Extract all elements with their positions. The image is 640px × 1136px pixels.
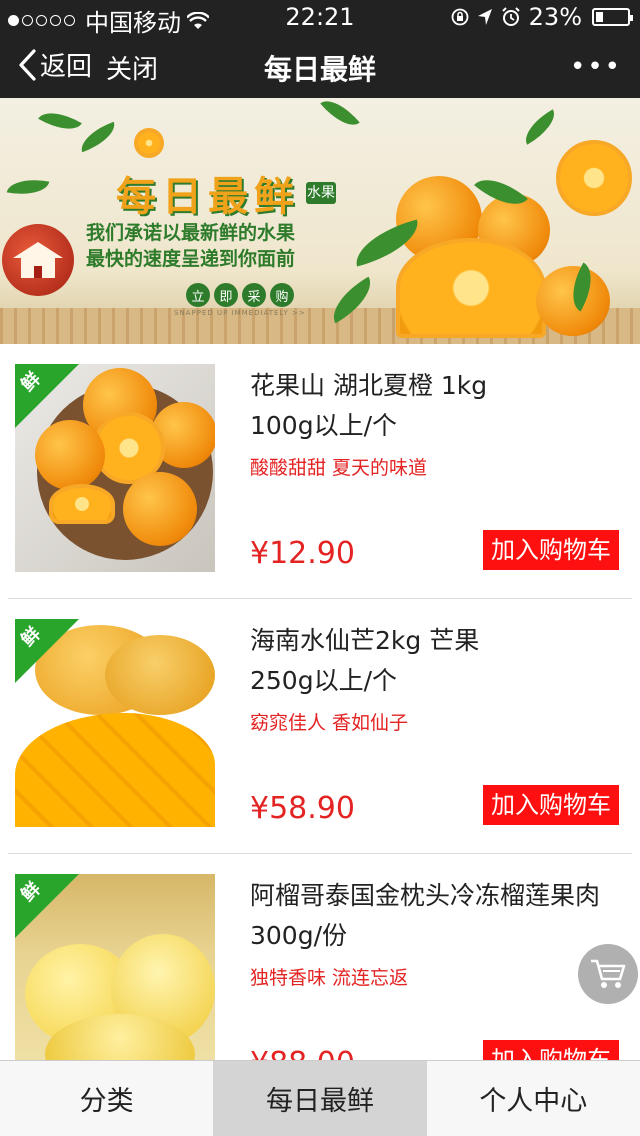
location-icon xyxy=(477,9,492,25)
tab-bar: 分类 每日最鲜 个人中心 xyxy=(0,1060,640,1136)
floating-cart-button[interactable] xyxy=(578,944,638,1004)
banner-slogan-line1: 我们承诺以最新鲜的水果 xyxy=(86,222,296,244)
product-spec: 250g以上/个 xyxy=(250,666,398,695)
add-to-cart-button[interactable]: 加入购物车 xyxy=(483,785,619,825)
banner-title-tag: 水果 xyxy=(306,182,336,204)
product-list[interactable]: 鲜 花果山 湖北夏橙 1kg 100g以上/个 酸酸甜甜 夏天的味道 ¥12.9… xyxy=(0,344,640,1060)
banner-buy-subtitle: SNAPPED UP IMMEDIATELY >> xyxy=(174,309,306,317)
product-item[interactable]: 鲜 海南水仙芒2kg 芒果 250g以上/个 窈窕佳人 香如仙子 ¥58.90 … xyxy=(0,599,640,854)
product-spec: 100g以上/个 xyxy=(250,411,398,440)
product-name[interactable]: 海南水仙芒2kg 芒果 xyxy=(250,621,630,661)
banner-title-group: 每日最鲜 水果 xyxy=(116,164,336,222)
product-tagline: 窈窕佳人 香如仙子 xyxy=(250,712,409,734)
product-spec: 300g/份 xyxy=(250,921,348,950)
alarm-icon xyxy=(501,7,520,26)
product-price: ¥58.90 xyxy=(250,791,355,826)
store-logo-icon xyxy=(2,224,74,296)
buy-char: 即 xyxy=(214,283,238,307)
product-tagline: 独特香味 流连忘返 xyxy=(250,967,409,989)
status-right: 23% xyxy=(451,3,633,31)
banner-buy-now: 立 即 采 购 xyxy=(186,283,294,307)
mango-cubes-image xyxy=(15,713,215,827)
orange-image xyxy=(35,420,105,490)
nav-bar: 返回 关闭 每日最鲜 ••• xyxy=(0,34,640,98)
mango-image xyxy=(105,635,215,715)
page-title: 每日最鲜 xyxy=(263,53,376,86)
leaf-decoration xyxy=(320,98,360,135)
tab-category[interactable]: 分类 xyxy=(0,1061,213,1136)
buy-char: 采 xyxy=(242,283,266,307)
lock-rotation-icon xyxy=(451,8,469,26)
banner-title: 每日最鲜 xyxy=(116,174,300,220)
tab-profile[interactable]: 个人中心 xyxy=(427,1061,640,1136)
add-to-cart-button[interactable]: 加入购物车 xyxy=(483,1040,619,1060)
product-price: ¥12.90 xyxy=(250,536,355,571)
screen: 中国移动 22:21 23% 返回 关闭 每日最鲜 ••• 每日最鲜 水果 我们… xyxy=(0,0,640,1136)
buy-char: 立 xyxy=(186,283,210,307)
product-image[interactable]: 鲜 xyxy=(15,364,215,572)
orange-image xyxy=(123,472,197,546)
product-image[interactable]: 鲜 xyxy=(15,619,215,827)
product-tagline: 酸酸甜甜 夏天的味道 xyxy=(250,457,428,479)
battery-icon xyxy=(592,8,633,26)
leaf-decoration xyxy=(38,103,82,139)
orange-wedge-image xyxy=(49,484,115,524)
leaf-decoration xyxy=(518,109,562,145)
product-name[interactable]: 花果山 湖北夏橙 1kg xyxy=(250,366,630,406)
product-item[interactable]: 鲜 花果山 湖北夏橙 1kg 100g以上/个 酸酸甜甜 夏天的味道 ¥12.9… xyxy=(0,344,640,599)
buy-char: 购 xyxy=(270,283,294,307)
product-name[interactable]: 阿榴哥泰国金枕头冷冻榴莲果肉 xyxy=(250,876,630,916)
status-bar: 中国移动 22:21 23% xyxy=(0,0,640,37)
leaf-decoration xyxy=(76,121,120,153)
product-image[interactable]: 鲜 xyxy=(15,874,215,1060)
banner-slogan-line2: 最快的速度呈递到你面前 xyxy=(86,248,296,270)
shopping-cart-icon xyxy=(591,959,626,988)
orange-slice-image xyxy=(134,128,164,158)
battery-percent: 23% xyxy=(528,3,582,31)
orange-slice-image xyxy=(556,140,632,216)
leaf-decoration xyxy=(6,174,50,200)
orange-half-image xyxy=(396,238,546,338)
tab-daily-fresh[interactable]: 每日最鲜 xyxy=(213,1061,427,1136)
more-options-button[interactable]: ••• xyxy=(570,52,622,82)
product-item[interactable]: 鲜 阿榴哥泰国金枕头冷冻榴莲果肉 300g/份 独特香味 流连忘返 ¥88.00… xyxy=(0,854,640,1060)
product-price: ¥88.00 xyxy=(250,1046,355,1060)
add-to-cart-button[interactable]: 加入购物车 xyxy=(483,530,619,570)
promo-banner[interactable]: 每日最鲜 水果 我们承诺以最新鲜的水果 最快的速度呈递到你面前 立 即 采 购 … xyxy=(0,98,640,344)
